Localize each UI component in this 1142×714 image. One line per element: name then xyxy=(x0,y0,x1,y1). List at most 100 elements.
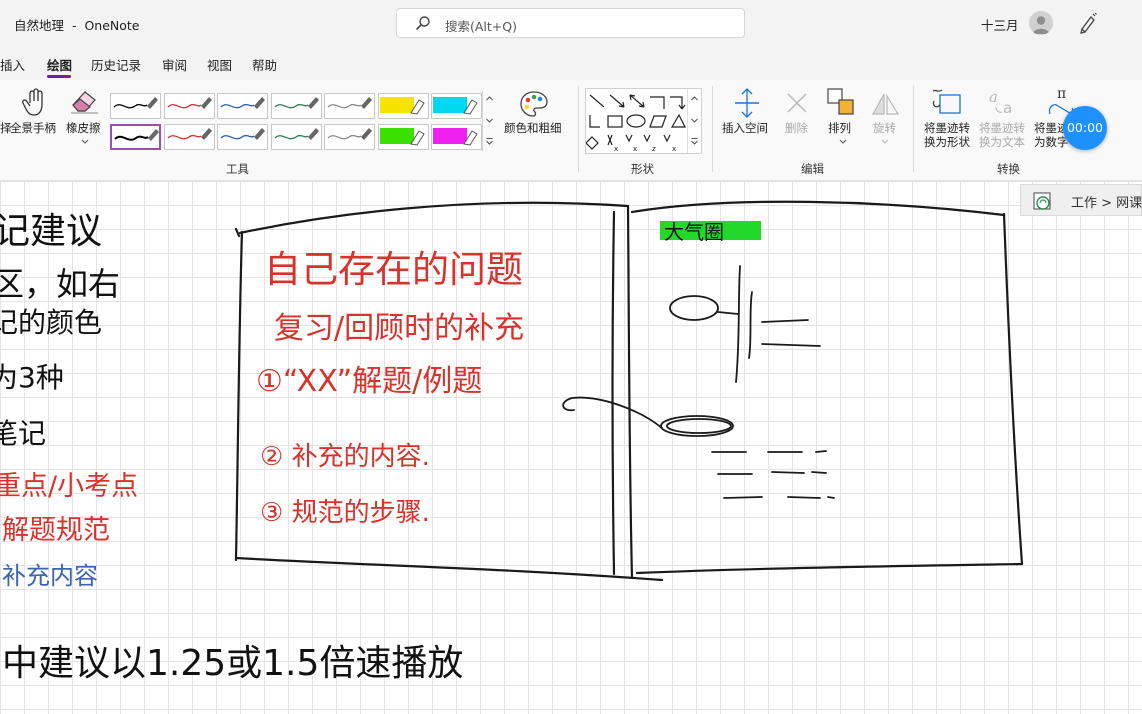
breadcrumb[interactable]: 工作 > 网课 xyxy=(1020,184,1142,216)
expand-gallery-icon[interactable] xyxy=(485,137,494,146)
insert-space-button[interactable]: 插入空间 xyxy=(722,121,768,135)
ink-text-line: 中建议以1.25或1.5倍速播放 xyxy=(2,643,463,684)
book-subheading: 复习/回顾时的补充 xyxy=(274,311,524,346)
ink-text-line: 重点/小考点 xyxy=(0,471,138,502)
highlighter-swatch[interactable] xyxy=(377,124,429,150)
tab-history[interactable]: 历史记录 xyxy=(91,55,141,74)
pen-icon xyxy=(220,128,265,140)
recording-timer[interactable]: 00:00 xyxy=(1063,106,1107,150)
ribbon: 择 全景手柄 橡皮擦 颜色和粗细 工具 x x z x 形状 插入空间 删除 排… xyxy=(0,80,1142,181)
chevron-down-icon[interactable] xyxy=(485,117,494,124)
active-tab-indicator xyxy=(47,75,71,78)
app-name: OneNote xyxy=(84,18,140,33)
expand-gallery-icon[interactable] xyxy=(690,137,699,146)
pen-icon xyxy=(113,97,158,109)
edit-group-label: 编辑 xyxy=(801,162,824,176)
delete-button[interactable]: 删除 xyxy=(785,121,808,135)
pen-swatch[interactable] xyxy=(163,124,215,150)
highlighter-icon xyxy=(433,97,478,115)
window-title: 自然地理 - OneNote xyxy=(14,15,139,34)
avatar[interactable] xyxy=(1029,11,1053,35)
pen-icon[interactable] xyxy=(1078,12,1098,34)
search-icon xyxy=(416,16,430,30)
group-divider xyxy=(712,86,713,172)
insert-space-icon xyxy=(735,88,759,118)
pen-swatch[interactable] xyxy=(217,93,268,119)
search-placeholder: 搜索(Alt+Q) xyxy=(445,19,517,34)
shapes-group-label: 形状 xyxy=(631,162,654,176)
tools-group-label: 工具 xyxy=(226,162,249,176)
shapes-scroll[interactable] xyxy=(687,89,702,153)
rotate-icon xyxy=(871,93,900,115)
user-name[interactable]: 十三月 xyxy=(981,15,1019,34)
book-heading: 自己存在的问题 xyxy=(264,248,523,291)
color-and-thickness-button[interactable]: 颜色和粗细 xyxy=(504,121,562,135)
pen-swatch[interactable] xyxy=(270,124,322,150)
convert-group-label: 转换 xyxy=(997,162,1020,176)
chevron-down-icon[interactable] xyxy=(838,138,848,146)
book-item: ③ 规范的步骤. xyxy=(260,498,430,528)
ink-to-text-label-2: 换为文本 xyxy=(979,135,1025,149)
tab-view[interactable]: 视图 xyxy=(207,55,232,74)
pen-gallery-scroll[interactable] xyxy=(482,91,496,151)
pen-icon xyxy=(327,128,372,140)
book-item: ② 补充的内容. xyxy=(260,442,430,472)
highlighter-icon xyxy=(379,128,425,146)
pan-tool-button[interactable]: 全景手柄 xyxy=(10,121,56,135)
search-box[interactable]: 搜索(Alt+Q) xyxy=(396,8,745,38)
ink-text-line: 笔记 xyxy=(0,417,46,450)
pen-swatch[interactable] xyxy=(217,124,268,150)
pen-swatch[interactable] xyxy=(110,124,161,150)
ink-to-shape-label-2: 换为形状 xyxy=(924,135,970,149)
pen-icon xyxy=(327,97,372,109)
sync-icon xyxy=(1033,192,1051,210)
ink-text-line: 区，如右 xyxy=(0,265,120,303)
title-bar: 自然地理 - OneNote 搜索(Alt+Q) 十三月 xyxy=(0,0,1142,46)
shape-icons[interactable]: x x z x xyxy=(586,89,686,153)
chevron-down-icon[interactable] xyxy=(80,138,90,146)
chevron-up-icon[interactable] xyxy=(485,95,494,102)
ink-to-text-button[interactable]: 将墨迹转 换为文本 xyxy=(979,121,1025,149)
tab-review[interactable]: 审阅 xyxy=(162,55,187,74)
notebook-name: 自然地理 xyxy=(14,18,65,33)
chevron-down-icon[interactable] xyxy=(880,138,890,146)
title-separator: - xyxy=(71,18,77,33)
svg-text:z: z xyxy=(652,145,656,153)
highlighter-icon xyxy=(433,128,478,146)
ink-text-line: 解题规范 xyxy=(2,515,110,546)
chevron-down-icon[interactable] xyxy=(690,117,699,124)
delete-icon xyxy=(787,93,807,113)
pen-icon xyxy=(114,129,159,141)
highlighter-swatch[interactable] xyxy=(377,93,429,119)
ink-to-math-label-2: 为数字 xyxy=(1034,135,1069,149)
svg-text:π: π xyxy=(1057,86,1066,102)
ink-to-text-icon: aa xyxy=(989,88,1012,117)
ink-text-line: 记建议 xyxy=(0,211,102,252)
tab-draw[interactable]: 绘图 xyxy=(47,55,72,74)
chevron-up-icon[interactable] xyxy=(690,95,699,102)
highlighter-icon xyxy=(379,97,425,115)
rotate-button[interactable]: 旋转 xyxy=(873,121,896,135)
ink-to-shape-icon xyxy=(932,89,961,114)
person-icon xyxy=(1032,16,1050,34)
arrange-button[interactable]: 排列 xyxy=(828,121,851,135)
highlighted-ink-text: 大气圈 xyxy=(664,220,724,244)
note-canvas[interactable]: 记建议 区，如右 记的颜色 为3种 笔记 重点/小考点 解题规范 补充内容 中建… xyxy=(0,181,1142,714)
shapes-gallery: x x z x xyxy=(585,88,702,154)
pen-icon xyxy=(167,97,212,109)
tab-help[interactable]: 帮助 xyxy=(252,55,277,74)
pen-icon xyxy=(167,128,212,140)
pen-swatch[interactable] xyxy=(324,93,375,119)
eraser-button[interactable]: 橡皮擦 xyxy=(66,121,101,135)
highlighter-swatch[interactable] xyxy=(431,124,482,150)
pen-swatch[interactable] xyxy=(324,124,375,150)
highlighter-swatch[interactable] xyxy=(431,93,482,119)
pen-icon xyxy=(274,128,319,140)
palette-icon xyxy=(520,91,548,117)
ink-to-text-label-1: 将墨迹转 xyxy=(979,121,1025,135)
pen-swatch[interactable] xyxy=(270,93,322,119)
ink-to-shape-button[interactable]: 将墨迹转 换为形状 xyxy=(924,121,970,149)
pen-swatch[interactable] xyxy=(110,93,161,119)
pen-swatch[interactable] xyxy=(163,93,215,119)
tab-insert[interactable]: 插入 xyxy=(0,55,25,74)
